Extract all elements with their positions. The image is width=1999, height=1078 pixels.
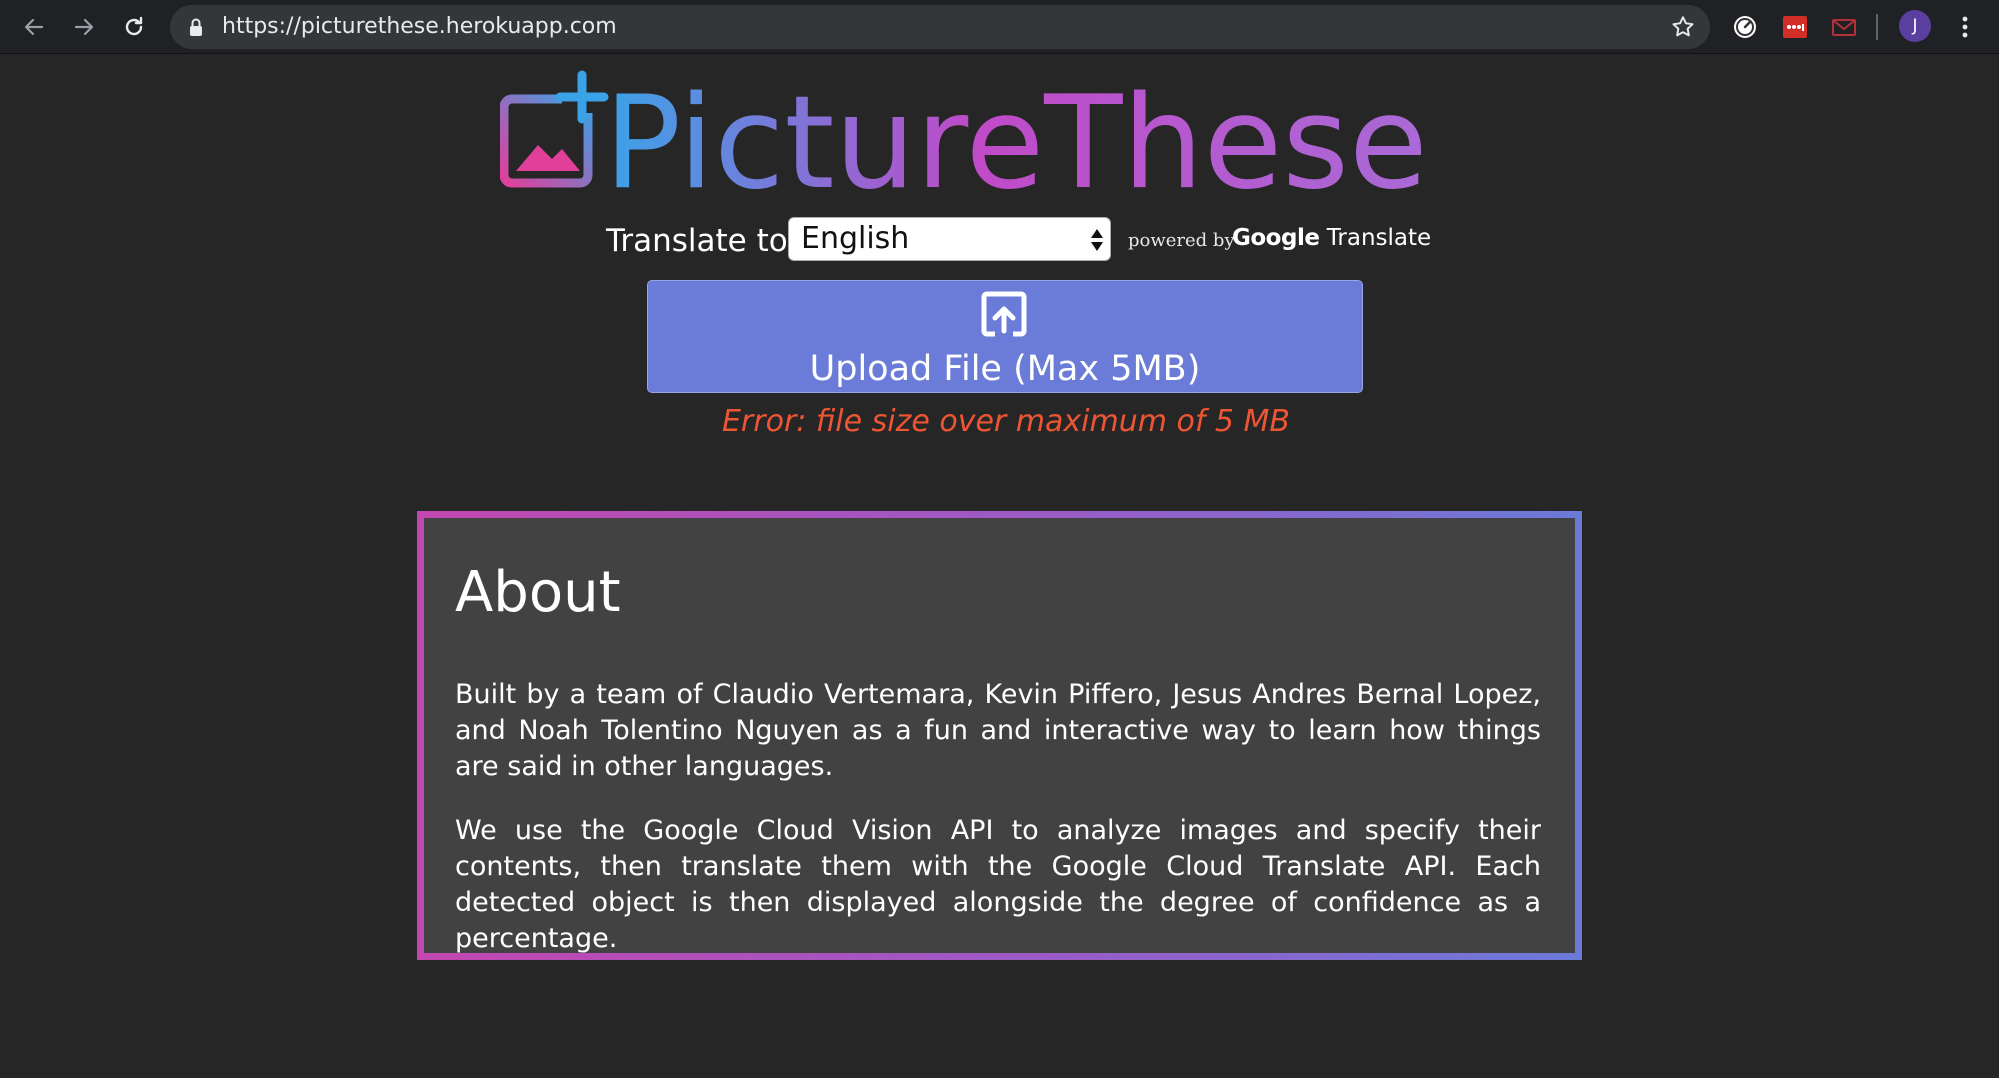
site-logo: PictureThese [500,69,1428,205]
mail-extension-icon[interactable] [1829,12,1859,42]
google-translate-logo[interactable]: Google Translate [1232,225,1431,251]
forward-arrow-icon[interactable] [66,9,102,45]
lastpass-extension-icon[interactable] [1780,12,1810,42]
back-arrow-icon[interactable] [16,9,52,45]
about-paragraph-1: Built by a team of Claudio Vertemara, Ke… [455,679,1541,782]
speedometer-extension-icon[interactable] [1730,12,1760,42]
translate-word: Translate [1326,225,1432,251]
add-picture-icon [500,70,609,188]
translate-controls: Translate to English powered by Google T… [0,217,1999,265]
about-heading: About [455,560,621,625]
more-menu-icon[interactable] [1955,12,1975,42]
google-word: Google [1232,225,1320,251]
selected-language: English [801,221,910,256]
about-panel: About Built by a team of Claudio Vertema… [424,518,1575,954]
url-text[interactable]: https://picturethese.herokuapp.com [222,5,617,49]
profile-avatar[interactable]: J [1899,10,1931,42]
star-icon[interactable] [1670,14,1696,45]
language-select[interactable]: English [788,217,1111,261]
about-section: About Built by a team of Claudio Vertema… [417,511,1582,960]
toolbar-separator [1876,14,1878,40]
logo-text: PictureThese [604,69,1428,205]
upload-icon [981,291,1027,342]
address-bar[interactable]: https://picturethese.herokuapp.com [170,5,1710,49]
error-message: Error: file size over maximum of 5 MB [721,404,1291,439]
upload-button-label: Upload File (Max 5MB) [809,349,1201,389]
upload-file-button[interactable]: Upload File (Max 5MB) [647,280,1363,393]
browser-toolbar: https://picturethese.herokuapp.com J [0,0,1999,54]
select-arrows-icon [1090,227,1104,258]
lock-icon [188,17,204,42]
page-content: PictureThese Translate to English powere… [0,55,1999,1078]
about-paragraph-2: We use the Google Cloud Vision API to an… [455,815,1541,954]
reload-icon[interactable] [116,9,152,45]
powered-by-text: powered by [1128,230,1235,251]
translate-label: Translate to [606,223,788,259]
